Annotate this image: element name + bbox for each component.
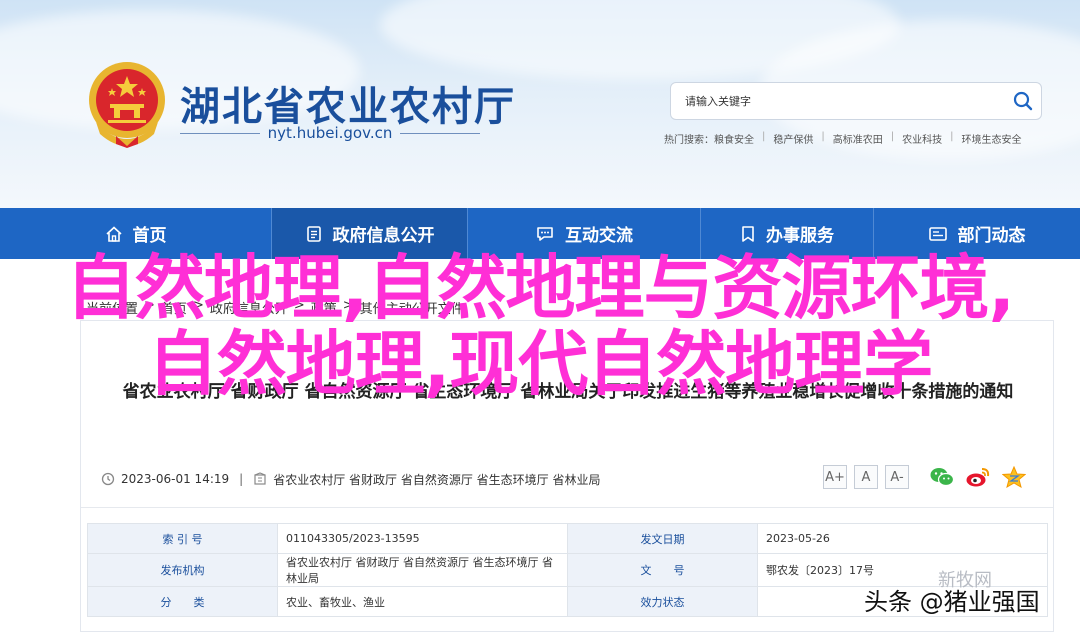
national-emblem-icon: [89, 62, 165, 148]
nav-label: 政府信息公开: [332, 226, 435, 246]
font-increase-button[interactable]: A+: [823, 465, 847, 489]
nav-item-gov-info[interactable]: 政府信息公开: [272, 208, 467, 259]
font-reset-button[interactable]: A: [854, 465, 878, 489]
site-domain: nyt.hubei.gov.cn: [180, 124, 481, 142]
breadcrumb-item[interactable]: 首页: [161, 298, 187, 317]
nav-label: 办事服务: [766, 226, 834, 246]
table-row: 索 引 号 011043305/2023-13595 发文日期 2023-05-…: [87, 523, 1048, 554]
hot-search-item[interactable]: 高标准农田: [833, 131, 883, 146]
breadcrumb-item: 当前位置: [86, 302, 139, 317]
breadcrumb-item[interactable]: 其他主动公开文件: [360, 298, 464, 317]
source-icon: [254, 472, 266, 485]
domain-line-left: [180, 132, 260, 134]
hot-search-item[interactable]: 农业科技: [902, 131, 942, 146]
info-key: 文 号: [567, 553, 758, 587]
domain-line-right: [400, 132, 481, 134]
search-button[interactable]: [1005, 83, 1041, 119]
info-value: 省农业农村厅 省财政厅 省自然资源厅 省生态环境厅 省林业局: [277, 553, 568, 587]
domain-text: nyt.hubei.gov.cn: [267, 124, 393, 142]
nav-label: 首页: [132, 226, 167, 246]
info-value: 农业、畜牧业、渔业: [277, 586, 568, 617]
font-decrease-button[interactable]: A-: [885, 465, 909, 489]
breadcrumb-item[interactable]: 政府信息公开: [210, 298, 288, 317]
qzone-icon: [1002, 466, 1026, 488]
document-icon: [306, 225, 321, 242]
meta-divider: [81, 507, 1053, 508]
site-header: 湖北省农业农村厅 nyt.hubei.gov.cn 热门搜索： 粮食安全| 稳产…: [0, 0, 1080, 208]
share-qzone-button[interactable]: [1001, 464, 1027, 490]
nav-label: 部门动态: [957, 226, 1026, 246]
publish-date: 2023-06-01 14:19: [121, 472, 230, 486]
nav-label: 互动交流: [565, 226, 633, 246]
nav-item-home[interactable]: 首页: [0, 208, 271, 259]
info-key: 索 引 号: [87, 523, 278, 554]
font-size-controls: A+ A A-: [823, 465, 909, 489]
info-value: 2023-05-26: [757, 523, 1048, 554]
info-key: 发文日期: [567, 523, 758, 554]
info-key: 分 类: [87, 586, 278, 617]
share-wechat-button[interactable]: [929, 464, 955, 490]
share-bar: [929, 464, 1027, 490]
info-key: 发布机构: [87, 553, 278, 587]
nav-item-services[interactable]: 办事服务: [701, 208, 873, 259]
toutiao-watermark: 头条 @猪业强国: [864, 588, 1040, 616]
hot-search-item[interactable]: 稳产保供: [773, 131, 813, 146]
article-title: 省农业农村厅 省财政厅 省自然资源厅 省生态环境厅 省林业局关于印发推进生猪等养…: [122, 382, 1014, 402]
hot-search-list: 热门搜索： 粮食安全 | 稳产保供 | 高标准农田 | 农业科技 | 环境生态安全: [664, 131, 1022, 146]
clock-icon: [101, 472, 115, 486]
hot-search-item[interactable]: 环境生态安全: [962, 131, 1022, 146]
breadcrumb: 当前位置 > 首页 > 政府信息公开 > 政策 > 其他主动公开文件: [86, 298, 464, 317]
news-icon: [928, 226, 947, 241]
bookmark-icon: [742, 225, 754, 242]
home-icon: [105, 225, 122, 242]
search-input[interactable]: [671, 83, 1005, 119]
search-box: [670, 82, 1042, 120]
chat-icon: [537, 226, 553, 241]
share-weibo-button[interactable]: [965, 464, 991, 490]
nav-item-dept-news[interactable]: 部门动态: [874, 208, 1079, 259]
article-source: 省农业农村厅 省财政厅 省自然资源厅 省生态环境厅 省林业局: [273, 472, 601, 487]
info-value: 011043305/2023-13595: [277, 523, 568, 554]
nav-item-interaction[interactable]: 互动交流: [468, 208, 700, 259]
weibo-icon: [966, 468, 990, 487]
search-icon: [1013, 91, 1033, 111]
wechat-icon: [930, 468, 955, 487]
main-nav: 首页 政府信息公开 互动交流 办事服务 部门动态: [0, 208, 1080, 259]
breadcrumb-item[interactable]: 政策: [311, 298, 337, 317]
hot-search-label: 热门搜索：: [664, 135, 714, 146]
info-key: 效力状态: [567, 586, 758, 617]
hot-search-item[interactable]: 粮食安全: [714, 131, 754, 146]
